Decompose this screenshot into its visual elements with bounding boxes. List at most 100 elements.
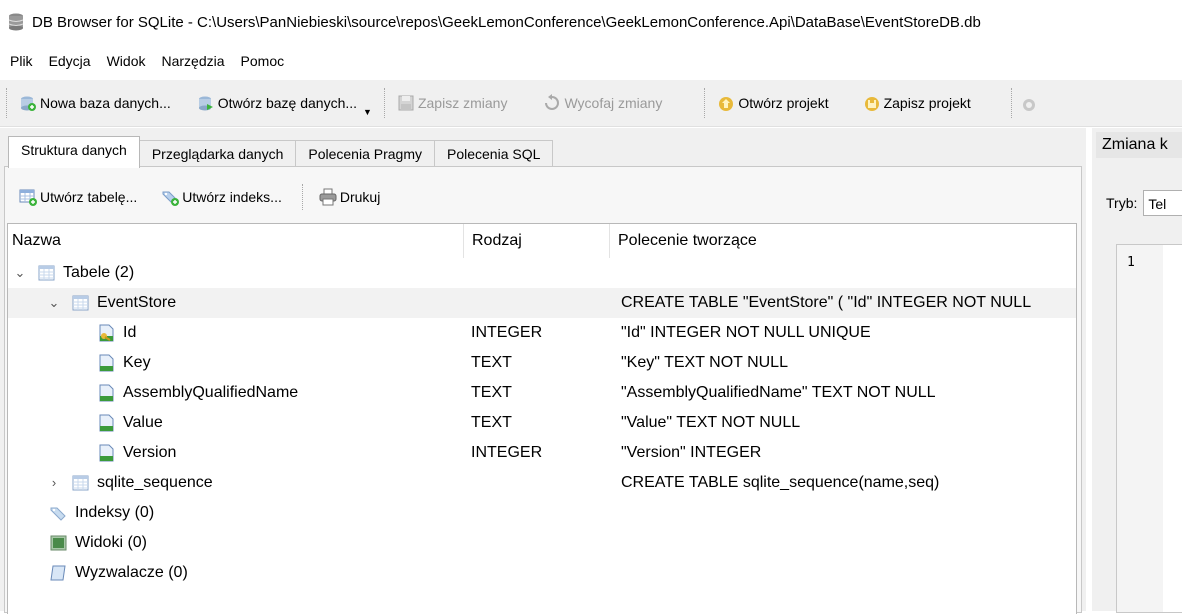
open-project-icon — [719, 97, 734, 111]
tree-cell-type: TEXT — [471, 414, 512, 431]
create-table-icon — [19, 189, 37, 206]
new-database-button[interactable]: Nowa baza danych... — [15, 89, 175, 117]
tree-cell-type: TEXT — [471, 354, 512, 371]
tree-item-label: Key — [123, 354, 151, 371]
chevron-down-icon[interactable]: ⌄ — [46, 288, 62, 318]
tree-cell-schema: "Version" INTEGER — [621, 444, 762, 461]
line-number-gutter — [1117, 245, 1163, 612]
overflow-tool-icon[interactable] — [1020, 94, 1038, 112]
tree-cell-name: ⌄ EventStore — [46, 288, 177, 318]
create-index-button[interactable]: Utwórz indeks... — [157, 183, 286, 211]
new-database-icon — [21, 96, 36, 111]
tree-row[interactable]: › sqlite_sequence CREATE TABLE sqlite_sequ… — [8, 468, 1076, 498]
revert-changes-label: Wycofaj zmiany — [564, 95, 663, 111]
field-icon — [99, 384, 114, 402]
menu-bar: Plik Edycja Widok Narzędzia Pomoc — [0, 48, 1182, 74]
chevron-down-icon[interactable]: ▼ — [363, 107, 372, 117]
tree-cell-name: ⌄ Tabele (2) — [12, 258, 135, 288]
create-index-icon — [162, 191, 180, 206]
tree-cell-name: › sqlite_sequence — [46, 468, 213, 498]
create-table-button[interactable]: Utwórz tabelę... — [15, 183, 141, 211]
tree-cell-type — [471, 558, 611, 588]
database-icon — [8, 13, 24, 31]
write-changes-label: Zapisz zmiany — [417, 95, 508, 111]
tab-edit-pragmas[interactable]: Polecenia Pragmy — [295, 140, 435, 168]
window-title: DB Browser for SQLite - C:\Users\PanNieb… — [32, 13, 981, 31]
tree-row[interactable]: Key TEXT "Key" TEXT NOT NULL — [8, 348, 1076, 378]
chevron-right-icon[interactable]: › — [46, 468, 62, 498]
menu-plik[interactable]: Plik — [10, 53, 33, 69]
menu-widok[interactable]: Widok — [107, 53, 146, 69]
menu-pomoc[interactable]: Pomoc — [241, 53, 285, 69]
save-project-button[interactable]: Zapisz projekt — [859, 89, 975, 117]
tree-item-label: AssemblyQualifiedName — [123, 384, 299, 401]
tab-database-structure[interactable]: Struktura danych — [8, 136, 140, 168]
tree-cell-type — [471, 498, 611, 528]
structure-toolbar: Utwórz tabelę... Utwórz indeks... Drukuj — [15, 183, 400, 211]
tree-cell-name: Indeksy (0) — [50, 498, 154, 528]
tree-row[interactable]: Widoki (0) — [8, 528, 1076, 558]
tree-item-label: sqlite_sequence — [97, 474, 213, 491]
view-icon — [50, 535, 67, 551]
save-project-label: Zapisz projekt — [883, 95, 971, 111]
key-field-icon — [99, 324, 114, 342]
tree-row[interactable]: ⌄ Tabele (2) — [8, 258, 1076, 288]
open-project-button[interactable]: Otwórz projekt — [713, 89, 832, 117]
edit-cell-title: Zmiana k — [1096, 132, 1182, 158]
mode-select[interactable]: Tel — [1143, 190, 1182, 216]
save-icon — [398, 95, 414, 111]
open-project-label: Otwórz projekt — [738, 95, 829, 111]
tree-row[interactable]: Wyzwalacze (0) — [8, 558, 1076, 588]
tree-row[interactable]: Version INTEGER "Version" INTEGER — [8, 438, 1076, 468]
tree-cell-type: TEXT — [471, 384, 512, 401]
column-header-schema[interactable]: Polecenie tworzące — [610, 224, 1076, 258]
tree-cell-schema: "Id" INTEGER NOT NULL UNIQUE — [621, 324, 871, 341]
tree-cell-schema — [621, 528, 1076, 558]
tree-row[interactable]: Value TEXT "Value" TEXT NOT NULL — [8, 408, 1076, 438]
tree-cell-schema: CREATE TABLE sqlite_sequence(name,seq) — [621, 474, 940, 491]
tree-cell-name: Key — [98, 348, 151, 378]
index-icon — [50, 507, 66, 521]
schema-tree[interactable]: Nazwa Rodzaj Polecenie tworzące ⌄ Tabele … — [7, 223, 1077, 614]
tree-cell-schema — [621, 558, 1076, 588]
menu-narzedzia[interactable]: Narzędzia — [162, 53, 225, 69]
revert-changes-button[interactable]: Wycofaj zmiany — [539, 89, 666, 117]
tree-row[interactable]: AssemblyQualifiedName TEXT "AssemblyQualif… — [8, 378, 1076, 408]
menu-edycja[interactable]: Edycja — [49, 53, 91, 69]
tree-cell-schema: "AssemblyQualifiedName" TEXT NOT NULL — [621, 384, 936, 401]
tree-cell-schema: "Key" TEXT NOT NULL — [621, 354, 788, 371]
main-panel: Struktura danych Przeglądarka danych Pol… — [0, 128, 1086, 614]
new-database-label: Nowa baza danych... — [40, 95, 171, 111]
print-button[interactable]: Drukuj — [315, 183, 384, 211]
tree-item-label: Wyzwalacze (0) — [75, 564, 188, 581]
tree-item-label: Indeksy (0) — [75, 504, 155, 521]
table-icon — [72, 475, 89, 491]
tab-execute-sql[interactable]: Polecenia SQL — [434, 140, 554, 168]
column-header-type[interactable]: Rodzaj — [464, 224, 610, 258]
tree-cell-type: INTEGER — [471, 324, 543, 341]
tree-row[interactable]: ⌄ EventStore CREATE TABLE "EventStore" ( "… — [8, 288, 1076, 318]
save-project-icon — [864, 97, 879, 111]
tree-item-label: Value — [123, 414, 163, 431]
column-header-name[interactable]: Nazwa — [8, 224, 464, 258]
field-icon — [99, 414, 114, 432]
toolbar-separator — [1010, 88, 1012, 118]
tab-browse-data[interactable]: Przeglądarka danych — [138, 140, 297, 168]
tree-cell-name: Id — [98, 318, 136, 348]
tree-cell-name: AssemblyQualifiedName — [98, 378, 298, 408]
write-changes-button[interactable]: Zapisz zmiany — [393, 89, 511, 117]
line-number: 1 — [1127, 255, 1135, 270]
open-database-button[interactable]: Otwórz bazę danych... ▼ — [193, 89, 376, 117]
toolbar-separator — [301, 184, 303, 210]
cell-editor[interactable]: 1 — [1116, 244, 1182, 613]
tree-row[interactable]: Id INTEGER "Id" INTEGER NOT NULL UNIQUE — [8, 318, 1076, 348]
tab-bar: Struktura danych Przeglądarka danych Pol… — [8, 136, 554, 168]
main-toolbar: Nowa baza danych... Otwórz bazę danych..… — [0, 80, 1182, 127]
chevron-down-icon[interactable]: ⌄ — [12, 258, 28, 288]
tree-cell-schema: "Value" TEXT NOT NULL — [621, 414, 801, 431]
tree-row[interactable]: Indeksy (0) — [8, 498, 1076, 528]
tree-cell-name: Wyzwalacze (0) — [50, 558, 188, 588]
open-database-label: Otwórz bazę danych... — [217, 95, 358, 111]
toolbar-separator — [704, 88, 706, 118]
tree-cell-schema: CREATE TABLE "EventStore" ( "Id" INTEGER… — [621, 294, 1032, 311]
